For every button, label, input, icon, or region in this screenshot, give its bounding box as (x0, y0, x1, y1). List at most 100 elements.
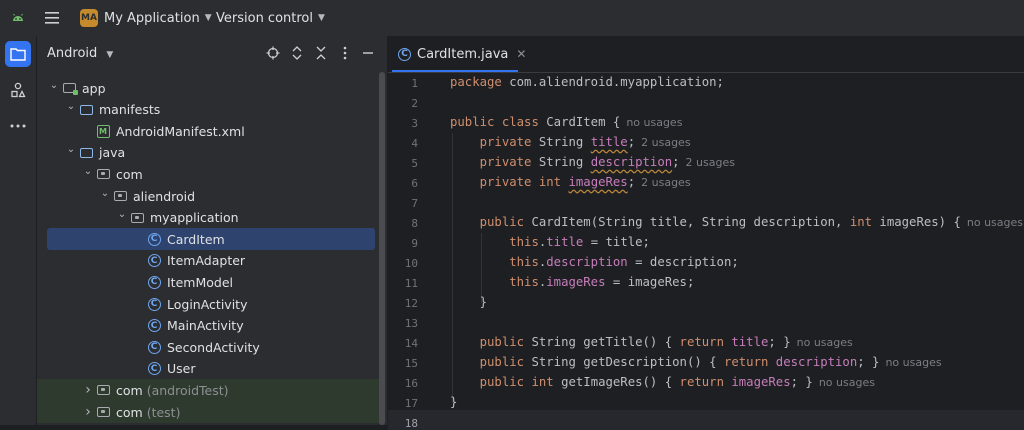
module-folder-icon (61, 81, 78, 95)
tab-carditem[interactable]: C CardItem.java ✕ (388, 36, 526, 72)
tree-item-com[interactable]: › com (test) (37, 401, 379, 423)
tree-item-suffix: (androidTest) (146, 382, 229, 398)
tree-item-label: java (99, 145, 126, 161)
tree-item-app[interactable]: ⌄ app (37, 77, 379, 99)
tree-item-itemmodel[interactable]: C ItemModel (37, 271, 379, 293)
more-tools-icon[interactable] (5, 113, 31, 139)
class-icon: C (146, 362, 162, 376)
chevron-down-icon: ▼ (204, 13, 212, 23)
tree-item-label: com (116, 382, 143, 398)
tree-item-com[interactable]: ⌄ com (37, 163, 379, 185)
class-icon: C (146, 232, 162, 246)
tree-item-label: com (116, 166, 143, 182)
line-number[interactable]: 15 (388, 357, 418, 370)
package-icon (95, 405, 111, 419)
tree-item-label: ItemModel (167, 274, 233, 290)
tree-item-label: AndroidManifest.xml (116, 123, 245, 139)
tree-item-label: app (82, 80, 106, 96)
line-number[interactable]: 10 (388, 257, 418, 270)
line-number[interactable]: 13 (388, 317, 418, 330)
code-line-1: package com.aliendroid.myapplication; (450, 75, 724, 89)
project-folder-icon[interactable] (5, 41, 31, 67)
package-icon (95, 167, 111, 181)
line-number[interactable]: 1 (388, 77, 418, 90)
line-number[interactable]: 5 (388, 157, 418, 170)
tree-item-label: manifests (99, 102, 161, 118)
code-line-16: public int getImageRes() { return imageR… (479, 375, 875, 389)
line-number[interactable]: 18 (388, 417, 418, 430)
class-icon: C (146, 319, 162, 333)
code-line-9: this.title = title; (509, 235, 650, 249)
class-file-icon: C (398, 47, 411, 61)
line-number[interactable]: 6 (388, 177, 418, 190)
vcs-menu[interactable]: Version control ▼ (216, 0, 325, 36)
tree-item-label: SecondActivity (167, 339, 260, 355)
tree-item-androidmanifest-xml[interactable]: M AndroidManifest.xml (37, 120, 379, 142)
code-line-15: public String getDescription() { return … (479, 355, 942, 369)
code-line-8: public CardItem(String title, String des… (479, 215, 1023, 229)
expand-all-icon[interactable] (289, 46, 305, 64)
project-selector[interactable]: MA My Application ▼ (80, 0, 212, 36)
line-number[interactable]: 9 (388, 237, 418, 250)
chevron-down-icon[interactable]: ⌄ (64, 144, 78, 155)
resource-manager-icon[interactable] (5, 77, 31, 103)
line-number[interactable]: 16 (388, 377, 418, 390)
chevron-down-icon[interactable]: ⌄ (115, 209, 129, 220)
line-number[interactable]: 4 (388, 137, 418, 150)
chevron-down-icon[interactable]: ⌄ (98, 188, 112, 199)
tree-item-loginactivity[interactable]: C LoginActivity (37, 293, 379, 315)
code-line-14: public String getTitle() { return title;… (479, 335, 853, 349)
tree-item-label: ItemAdapter (167, 253, 246, 269)
tree-item-aliendroid[interactable]: ⌄ aliendroid (37, 185, 379, 207)
folder-icon (78, 103, 94, 117)
tree-item-secondactivity[interactable]: C SecondActivity (37, 336, 379, 358)
options-icon[interactable] (337, 46, 353, 64)
line-number[interactable]: 12 (388, 297, 418, 310)
main-menu-icon[interactable] (44, 0, 60, 36)
chevron-down-icon[interactable]: ⌄ (64, 101, 78, 112)
chevron-down-icon: ▼ (318, 13, 325, 23)
line-number[interactable]: 8 (388, 217, 418, 230)
tree-item-label: com (116, 404, 143, 420)
code-line-5: private String description; 2 usages (479, 155, 735, 169)
collapse-all-icon[interactable] (313, 46, 329, 64)
tree-item-label: LoginActivity (167, 296, 248, 312)
line-number[interactable]: 17 (388, 397, 418, 410)
panel-header: Android ▼ (37, 36, 387, 72)
package-icon (95, 383, 111, 397)
tree-item-carditem[interactable]: C CardItem (47, 228, 375, 251)
tree-item-manifests[interactable]: ⌄ manifests (37, 99, 379, 121)
tree-item-label: myapplication (150, 210, 239, 226)
class-icon: C (146, 340, 162, 354)
code-editor[interactable]: 1 2 3 4 5 6 7 8 9 10 11 12 13 14 15 16 17 18 package com.… (388, 73, 1024, 430)
tree-item-itemadapter[interactable]: C ItemAdapter (37, 250, 379, 272)
editor-tab-bar: C CardItem.java ✕ (388, 36, 1024, 73)
tree-item-myapplication[interactable]: ⌄ myapplication (37, 207, 379, 229)
chevron-down-icon[interactable]: ⌄ (81, 166, 95, 177)
close-icon[interactable]: ✕ (516, 47, 526, 61)
line-number[interactable]: 7 (388, 197, 418, 210)
chevron-right-icon[interactable]: › (81, 404, 95, 420)
tree-item-com[interactable]: › com (androidTest) (37, 379, 379, 402)
tree-item-java[interactable]: ⌄ java (37, 142, 379, 164)
locate-icon[interactable] (265, 46, 281, 64)
tree-item-user[interactable]: C User (37, 358, 379, 380)
tree-item-label: User (167, 361, 196, 377)
android-logo-icon[interactable] (10, 0, 26, 36)
code-line-17: } (450, 395, 458, 409)
tab-label: CardItem.java (417, 46, 509, 62)
code-line-4: private String title; 2 usages (479, 135, 691, 149)
view-selector[interactable]: Android ▼ (47, 46, 113, 61)
tree-scrollbar[interactable] (379, 72, 385, 425)
line-number[interactable]: 2 (388, 97, 418, 110)
line-number[interactable]: 14 (388, 337, 418, 350)
vcs-label: Version control (216, 10, 313, 26)
tree-item-mainactivity[interactable]: C MainActivity (37, 315, 379, 337)
line-number[interactable]: 11 (388, 277, 418, 290)
chevron-right-icon[interactable]: › (81, 382, 95, 398)
hide-panel-icon[interactable] (360, 46, 376, 64)
code-line-12: } (450, 295, 488, 309)
chevron-down-icon[interactable]: ⌄ (47, 80, 61, 91)
class-icon: C (146, 254, 162, 268)
line-number[interactable]: 3 (388, 117, 418, 130)
